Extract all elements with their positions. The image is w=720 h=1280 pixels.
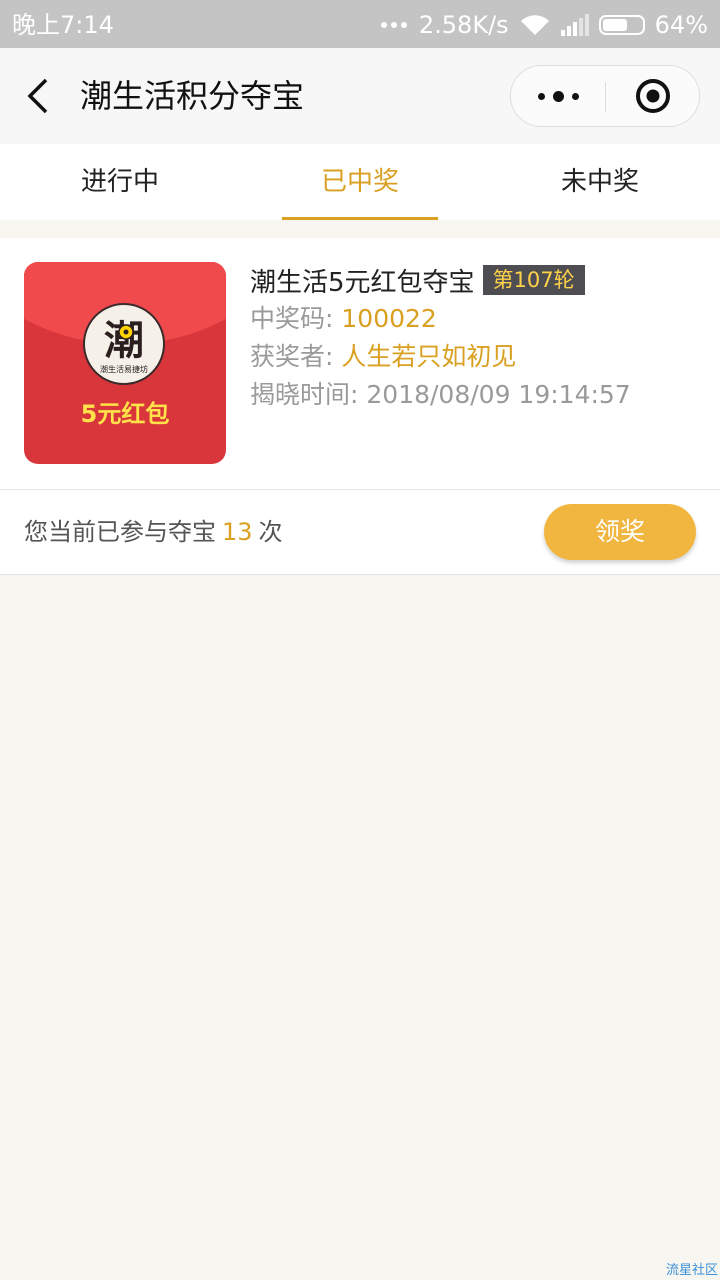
reveal-time-label: 揭晓时间:	[250, 380, 359, 409]
claim-prize-button[interactable]: 领奖	[544, 504, 696, 560]
back-arrow-icon	[27, 78, 48, 114]
reveal-time-value: 2018/08/09 19:14:57	[366, 380, 631, 409]
prize-card-footer: 您当前已参与夺宝 13 次 领奖	[0, 490, 720, 574]
mini-program-capsule	[510, 65, 700, 127]
participate-prefix: 您当前已参与夺宝	[24, 518, 216, 546]
winning-code-value: 100022	[341, 304, 437, 333]
red-packet-label: 5元红包	[80, 400, 170, 428]
capsule-divider	[605, 82, 606, 112]
page-title: 潮生活积分夺宝	[80, 77, 305, 115]
battery-percent: 64%	[654, 11, 708, 39]
logo-subtext: 潮生活易捷坊	[100, 364, 148, 374]
close-target-icon	[636, 79, 670, 113]
tab-label: 已中奖	[320, 167, 399, 197]
status-indicators: 2.58K/s 64%	[369, 10, 708, 40]
more-dot-icon	[552, 90, 564, 102]
more-notifications-icon	[379, 22, 409, 28]
prize-card-body[interactable]: 潮 潮生活易捷坊 5元红包 潮生活5元红包夺宝 第107轮 中奖码: 10002…	[0, 238, 720, 490]
tab-not-won[interactable]: 未中奖	[480, 144, 720, 220]
winning-code-row: 中奖码: 100022	[250, 300, 700, 338]
winner-label: 获奖者:	[250, 342, 334, 371]
participation-summary: 您当前已参与夺宝 13 次	[24, 512, 283, 552]
tab-bar: 进行中 已中奖 未中奖	[0, 144, 720, 220]
nav-bar: 潮生活积分夺宝	[0, 48, 720, 144]
more-button[interactable]	[511, 66, 605, 126]
status-time: 晚上7:14	[12, 11, 114, 39]
prize-title: 潮生活5元红包夺宝	[250, 267, 475, 298]
watermark: 流星社区	[665, 1263, 718, 1278]
more-dot-icon	[537, 92, 545, 100]
prize-info: 潮生活5元红包夺宝 第107轮 中奖码: 100022 获奖者: 人生若只如初见…	[250, 260, 700, 414]
participate-count: 13	[222, 518, 253, 546]
tab-in-progress[interactable]: 进行中	[0, 144, 240, 220]
tab-label: 未中奖	[560, 167, 639, 197]
winner-value: 人生若只如初见	[341, 342, 517, 371]
participate-suffix: 次	[258, 518, 283, 546]
wifi-icon	[520, 15, 549, 35]
network-speed: 2.58K/s	[418, 11, 509, 39]
active-tab-indicator	[282, 217, 438, 220]
status-bar: 晚上7:14 2.58K/s 64%	[0, 0, 720, 48]
winner-row: 获奖者: 人生若只如初见	[250, 338, 700, 376]
round-badge: 第107轮	[482, 265, 585, 295]
tab-won[interactable]: 已中奖	[240, 144, 480, 220]
prize-card: 潮 潮生活易捷坊 5元红包 潮生活5元红包夺宝 第107轮 中奖码: 10002…	[0, 238, 720, 575]
brand-logo-icon: 潮 潮生活易捷坊	[83, 303, 165, 385]
battery-icon	[598, 15, 645, 35]
back-button[interactable]	[18, 74, 62, 118]
winning-code-label: 中奖码:	[250, 304, 334, 333]
red-packet-image: 潮 潮生活易捷坊 5元红包	[24, 262, 226, 464]
tab-label: 进行中	[80, 167, 159, 197]
close-button[interactable]	[607, 66, 699, 126]
signal-icon	[560, 14, 589, 36]
more-dot-icon	[571, 92, 579, 100]
reveal-time-row: 揭晓时间: 2018/08/09 19:14:57	[250, 376, 700, 414]
